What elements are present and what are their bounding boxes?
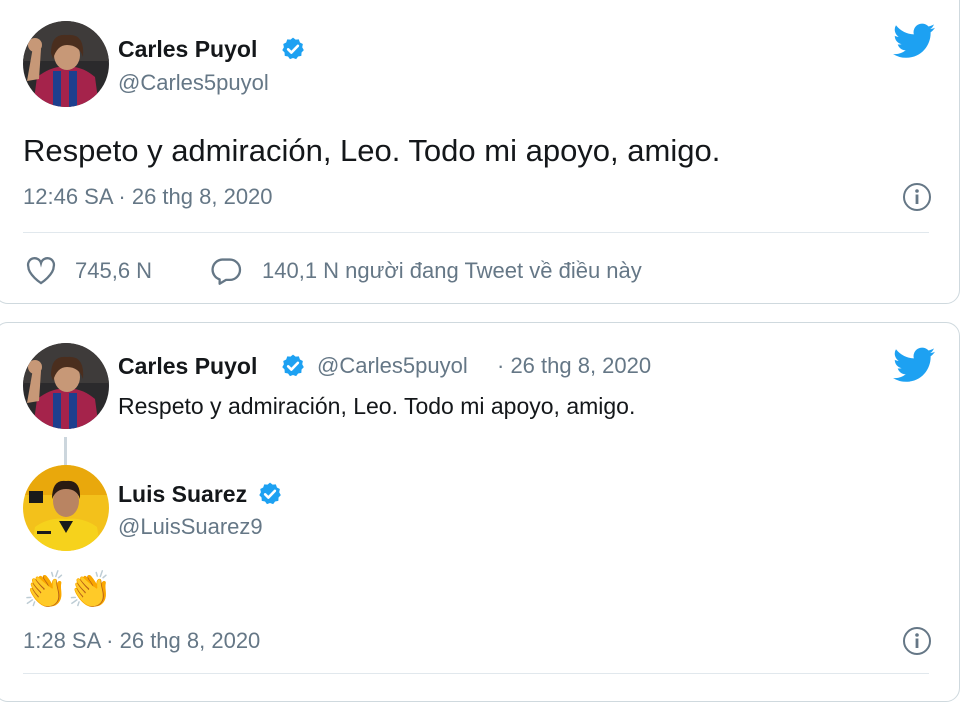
avatar-puyol-image xyxy=(23,21,109,107)
parent-date[interactable]: · 26 thg 8, 2020 xyxy=(497,353,651,379)
twitter-bird-icon[interactable] xyxy=(893,23,935,59)
author-handle[interactable]: @Carles5puyol xyxy=(118,70,269,96)
verified-badge-icon xyxy=(282,37,304,60)
reply-author-name[interactable]: Luis Suarez xyxy=(118,481,247,508)
parent-tweet-text: Respeto y admiración, Leo. Todo mi apoyo… xyxy=(118,393,636,419)
reply-timestamp[interactable]: 1:28 SA · 26 thg 8, 2020 xyxy=(23,628,260,654)
divider xyxy=(23,673,929,674)
info-icon[interactable] xyxy=(902,626,932,656)
avatar-puyol[interactable] xyxy=(23,21,109,107)
tweet-text: Respeto y admiración, Leo. Todo mi apoyo… xyxy=(23,133,721,168)
tweet-card-puyol[interactable]: Carles Puyol @Carles5puyol Respeto y adm… xyxy=(0,0,960,304)
twitter-bird-icon[interactable] xyxy=(893,347,935,383)
avatar-suarez-image xyxy=(23,465,109,551)
tweet-card-suarez-reply[interactable]: Carles Puyol @Carles5puyol · 26 thg 8, 2… xyxy=(0,322,960,702)
thread-connector-line xyxy=(64,437,67,465)
heart-icon[interactable] xyxy=(25,257,57,285)
author-name[interactable]: Carles Puyol xyxy=(118,36,257,63)
tweet-timestamp[interactable]: 12:46 SA · 26 thg 8, 2020 xyxy=(23,184,273,210)
avatar-puyol-parent-image xyxy=(23,343,109,429)
info-icon[interactable] xyxy=(902,182,932,212)
avatar-puyol-parent[interactable] xyxy=(23,343,109,429)
like-count[interactable]: 745,6 N xyxy=(75,258,152,284)
verified-badge-icon xyxy=(282,354,304,377)
divider xyxy=(23,232,929,233)
verified-badge-icon xyxy=(259,482,281,505)
retweet-talk-link[interactable]: 140,1 N người đang Tweet về điều này xyxy=(262,258,642,284)
reply-author-handle[interactable]: @LuisSuarez9 xyxy=(118,514,263,540)
parent-author-handle[interactable]: @Carles5puyol xyxy=(317,353,468,379)
parent-author-name[interactable]: Carles Puyol xyxy=(118,353,257,380)
reply-bubble-icon[interactable] xyxy=(210,257,242,285)
avatar-suarez[interactable] xyxy=(23,465,109,551)
reply-tweet-text: 👏👏 xyxy=(23,570,113,611)
